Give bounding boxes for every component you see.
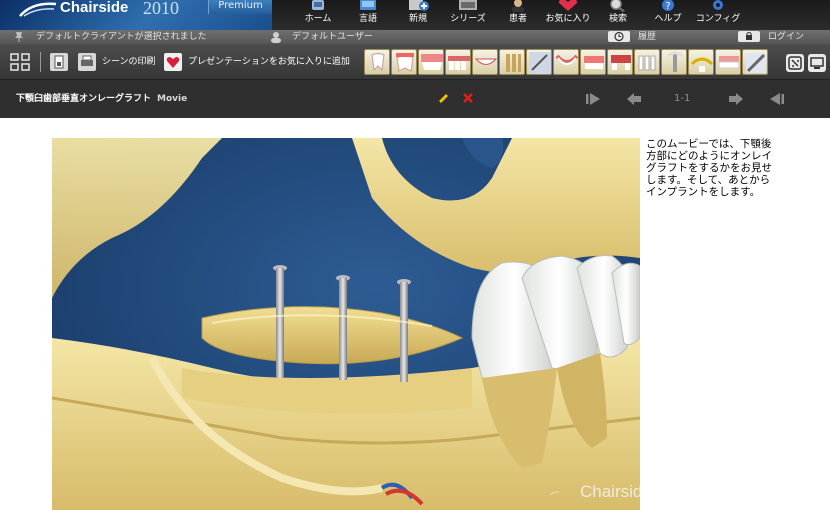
current-user: デフォルトユーザー bbox=[292, 32, 373, 42]
print-icon[interactable] bbox=[78, 53, 96, 71]
scene-thumb-arch-icon[interactable] bbox=[553, 49, 579, 75]
brand-name: Chairside bbox=[60, 0, 129, 16]
nav-home-label: ホーム bbox=[304, 14, 332, 24]
print-scene-button[interactable]: シーンの印刷 bbox=[102, 55, 156, 69]
scene-thumb-xray-icon[interactable] bbox=[526, 49, 552, 75]
delete-x-icon[interactable] bbox=[462, 92, 474, 104]
nav-language-label: 言語 bbox=[358, 14, 377, 24]
brand-year: 2010 bbox=[143, 0, 179, 18]
presentation-button[interactable] bbox=[808, 54, 826, 72]
clock-icon[interactable] bbox=[608, 31, 630, 42]
nav-favorites[interactable]: お気に入り bbox=[545, 0, 591, 30]
scene-thumb-implant-icon[interactable] bbox=[661, 49, 687, 75]
movie-player[interactable]: Chairside™ bbox=[52, 138, 640, 510]
history-link[interactable]: 履歴 bbox=[638, 30, 656, 44]
presentation-title: 下顎臼歯部垂直オンレーグラフト bbox=[16, 94, 152, 104]
svg-text:?: ? bbox=[665, 1, 670, 12]
scene-thumb-denture-icon[interactable] bbox=[715, 49, 741, 75]
nav-series[interactable]: シリーズ bbox=[446, 0, 490, 30]
nav-help[interactable]: ? ヘルプ bbox=[646, 0, 690, 30]
help-icon: ? bbox=[662, 0, 674, 12]
toolbar: シーンの印刷 プレゼンテーションをお気に入りに追加 bbox=[0, 44, 830, 80]
title-row: 下顎臼歯部垂直オンレーグラフト Movie 1-1 bbox=[0, 80, 830, 118]
client-status: デフォルトクライアントが選択されました bbox=[36, 32, 207, 42]
nav-config[interactable]: コンフィグ bbox=[696, 0, 740, 30]
nav-language[interactable]: 言語 bbox=[346, 0, 390, 30]
chairside-watermark-icon bbox=[550, 491, 559, 496]
nav-new[interactable]: 新規 bbox=[396, 0, 440, 30]
main-nav: ホーム 言語 新規 シリーズ 患者 お気に入り 検索 ? ヘルプ コンフィグ bbox=[296, 0, 746, 30]
user-icon bbox=[271, 32, 281, 43]
scene-thumb-roots-icon[interactable] bbox=[499, 49, 525, 75]
page-counter: 1-1 bbox=[674, 93, 691, 104]
document-icon[interactable] bbox=[50, 53, 68, 71]
nav-patient[interactable]: 患者 bbox=[496, 0, 540, 30]
content-area: Chairside™ このムービーでは、下顎後方部にどのようにオンレイグラフトを… bbox=[0, 118, 830, 510]
nav-patient-label: 患者 bbox=[508, 14, 527, 24]
scene-thumb-tool-icon[interactable] bbox=[742, 49, 768, 75]
scene-thumb-smile-icon[interactable] bbox=[472, 49, 498, 75]
scene-thumb-incisor-icon[interactable] bbox=[634, 49, 660, 75]
scene-thumb-tooth-icon[interactable] bbox=[364, 49, 390, 75]
nav-search[interactable]: 検索 bbox=[596, 0, 640, 30]
new-icon bbox=[409, 0, 429, 11]
nav-search-label: 検索 bbox=[608, 14, 627, 24]
scene-thumb-gums-icon[interactable] bbox=[418, 49, 444, 75]
media-type: Movie bbox=[157, 94, 188, 104]
brand-logo: Chairside 2010 Premium bbox=[0, 0, 272, 30]
next-page-icon[interactable] bbox=[728, 92, 744, 106]
scene-thumb-bridge-icon[interactable] bbox=[607, 49, 633, 75]
home-icon bbox=[312, 0, 324, 10]
lock-icon[interactable] bbox=[738, 31, 760, 42]
nav-config-label: コンフィグ bbox=[695, 14, 741, 24]
scene-thumb-brace-icon[interactable] bbox=[688, 49, 714, 75]
scene-thumb-crown-icon[interactable] bbox=[580, 49, 606, 75]
first-page-icon[interactable] bbox=[584, 92, 602, 106]
movie-description: このムービーでは、下顎後方部にどのようにオンレイグラフトをするかをお見せします。… bbox=[646, 138, 772, 198]
fullscreen-icon bbox=[788, 56, 802, 70]
edit-pencil-icon[interactable] bbox=[436, 92, 450, 106]
search-icon bbox=[610, 0, 625, 12]
scene-thumbnails bbox=[364, 49, 769, 75]
app-header: Chairside 2010 Premium ホーム 言語 新規 シリーズ 患者… bbox=[0, 0, 830, 30]
language-icon bbox=[360, 0, 376, 10]
nav-help-label: ヘルプ bbox=[654, 14, 682, 24]
nav-home[interactable]: ホーム bbox=[296, 0, 340, 30]
fullscreen-button[interactable] bbox=[786, 54, 804, 72]
login-link[interactable]: ログイン bbox=[768, 30, 804, 44]
nav-favorites-label: お気に入り bbox=[545, 14, 591, 24]
patient-icon bbox=[512, 0, 524, 12]
scene-thumb-molar-icon[interactable] bbox=[391, 49, 417, 75]
watermark-text: Chairside™ bbox=[580, 482, 640, 501]
pin-icon bbox=[15, 32, 23, 42]
status-bar: デフォルトクライアントが選択されました デフォルトユーザー 履歴 ログイン bbox=[0, 30, 830, 44]
toolbar-divider bbox=[40, 52, 41, 72]
presentation-icon bbox=[810, 57, 824, 69]
scene-thumb-teeth-icon[interactable] bbox=[445, 49, 471, 75]
onlay-graft-illustration bbox=[52, 138, 640, 510]
add-favorite-button[interactable]: プレゼンテーションをお気に入りに追加 bbox=[188, 55, 350, 69]
series-icon bbox=[459, 0, 477, 10]
page-title: 下顎臼歯部垂直オンレーグラフト Movie bbox=[16, 93, 187, 105]
last-page-icon[interactable] bbox=[768, 92, 786, 106]
swoosh-logo-icon bbox=[19, 2, 57, 17]
nav-series-label: シリーズ bbox=[450, 14, 486, 24]
nav-new-label: 新規 bbox=[408, 14, 427, 24]
chairside-app: Chairside 2010 Premium ホーム 言語 新規 シリーズ 患者… bbox=[0, 0, 830, 510]
brand-edition: Premium bbox=[208, 0, 272, 14]
favorites-icon bbox=[559, 0, 577, 11]
heart-icon[interactable] bbox=[164, 53, 182, 71]
prev-page-icon[interactable] bbox=[626, 92, 642, 106]
config-icon bbox=[713, 0, 723, 10]
grid-view-icon[interactable] bbox=[10, 53, 30, 71]
